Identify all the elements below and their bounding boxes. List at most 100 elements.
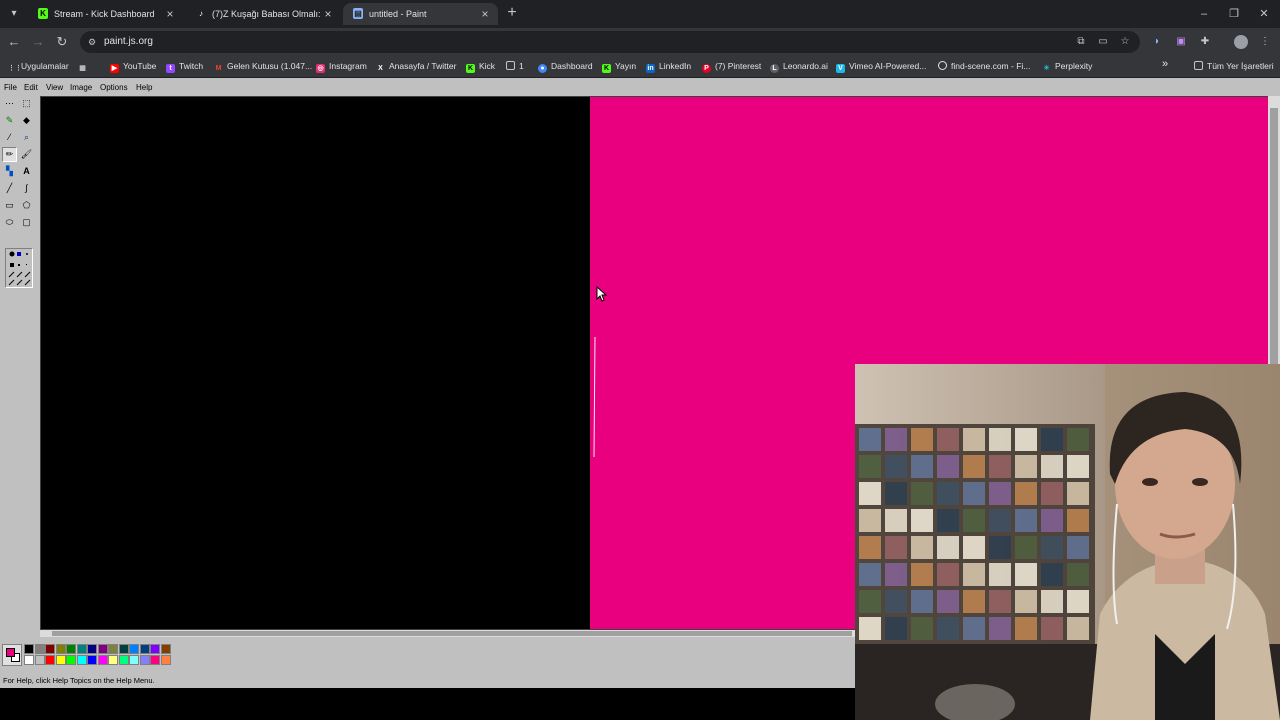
- palette-swatch[interactable]: [139, 655, 150, 665]
- rectangle-icon[interactable]: ▭: [2, 198, 17, 213]
- twitch-extension-icon[interactable]: ▣: [1174, 35, 1188, 49]
- new-tab-button[interactable]: +: [504, 5, 520, 21]
- forward-icon[interactable]: →: [30, 34, 46, 50]
- palette-swatch[interactable]: [108, 655, 118, 665]
- palette-swatch[interactable]: [55, 655, 66, 665]
- address-bar[interactable]: ⚙ paint.js.org ⧉ ▭ ☆: [80, 31, 1140, 53]
- extension-icon[interactable]: ◗: [1150, 35, 1164, 49]
- palette-swatch[interactable]: [129, 644, 139, 654]
- palette-swatch[interactable]: [24, 655, 34, 665]
- palette-swatch[interactable]: [118, 644, 129, 654]
- close-icon[interactable]: ×: [321, 7, 335, 21]
- extensions-puzzle-icon[interactable]: ✚: [1198, 35, 1212, 49]
- airbrush-icon[interactable]: ▚: [2, 164, 17, 179]
- palette-swatch[interactable]: [45, 644, 55, 654]
- palette-swatch[interactable]: [150, 644, 160, 654]
- poster: [989, 536, 1011, 559]
- close-icon[interactable]: ×: [163, 7, 177, 21]
- palette-swatch[interactable]: [87, 655, 97, 665]
- palette-swatch[interactable]: [129, 655, 139, 665]
- text-icon[interactable]: A: [19, 164, 34, 179]
- tab-paint[interactable]: ▤ untitled - Paint ×: [343, 3, 498, 25]
- palette-swatch[interactable]: [55, 644, 66, 654]
- palette-swatch[interactable]: [150, 655, 160, 665]
- palette-swatch[interactable]: [108, 644, 118, 654]
- bookmark-apps[interactable]: ⋮⋮Uygulamalar: [8, 61, 69, 74]
- cast-icon[interactable]: ▭: [1096, 35, 1110, 49]
- all-bookmarks-folder[interactable]: Tüm Yer İşaretleri: [1194, 61, 1274, 74]
- brush-icon[interactable]: 🖌: [19, 147, 34, 162]
- close-icon[interactable]: ×: [478, 7, 492, 21]
- rect-select-icon[interactable]: ⬚: [19, 96, 34, 111]
- palette-swatch[interactable]: [139, 644, 150, 654]
- menu-view[interactable]: View: [46, 83, 63, 92]
- bookmark-dashboard[interactable]: ● Dashboard: [538, 61, 593, 74]
- bookmark-twitter[interactable]: X Anasayfa / Twitter: [376, 61, 456, 74]
- rounded-rect-icon[interactable]: ▢: [19, 215, 34, 230]
- close-window-icon[interactable]: ✕: [1256, 6, 1272, 22]
- bookmark-instagram[interactable]: ◎ Instagram: [316, 61, 367, 74]
- bookmark-kick[interactable]: K Kick: [466, 61, 495, 74]
- palette-swatch[interactable]: [97, 644, 108, 654]
- polygon-icon[interactable]: ⬠: [19, 198, 34, 213]
- bookmark-find-scene[interactable]: find-scene.com - Fi...: [938, 61, 1030, 74]
- bookmark-yayin[interactable]: K Yayın: [602, 61, 636, 74]
- profile-avatar-icon[interactable]: [1234, 35, 1248, 49]
- palette-swatch[interactable]: [34, 655, 45, 665]
- bookmark-twitch[interactable]: t Twitch: [166, 61, 203, 74]
- palette-swatch[interactable]: [160, 655, 171, 665]
- scroll-thumb[interactable]: [52, 631, 852, 636]
- curve-icon[interactable]: ∫: [19, 181, 34, 196]
- bookmark-vimeo[interactable]: V Vimeo AI-Powered...: [836, 61, 926, 74]
- palette-swatch[interactable]: [118, 655, 129, 665]
- bookmark-pinterest[interactable]: P (7) Pinterest: [702, 61, 761, 74]
- menu-image[interactable]: Image: [70, 83, 92, 92]
- paint-toolbox: ⋯ ⬚ ✎ ◆ ⁄ ⌕ ✏ 🖌 ▚ A ╱ ∫ ▭ ⬠ ⬭ ▢: [2, 96, 35, 288]
- bookmark-gmail[interactable]: M Gelen Kutusu (1.047...: [214, 61, 312, 74]
- more-bookmarks-icon[interactable]: »: [1162, 58, 1168, 71]
- palette-swatch[interactable]: [160, 644, 171, 654]
- tab-kick-dashboard[interactable]: K Stream - Kick Dashboard ×: [28, 3, 183, 25]
- poster: [1041, 482, 1063, 505]
- palette-swatch[interactable]: [66, 644, 76, 654]
- line-icon[interactable]: ╱: [2, 181, 17, 196]
- bookmark-youtube[interactable]: ▶ YouTube: [110, 61, 156, 74]
- bookmark-star-icon[interactable]: ☆: [1118, 35, 1132, 49]
- eraser-icon[interactable]: ✎: [2, 113, 17, 128]
- palette-swatch[interactable]: [97, 655, 108, 665]
- palette-swatch[interactable]: [76, 655, 87, 665]
- pencil-icon[interactable]: ✏: [2, 147, 17, 162]
- foreground-color-swatch[interactable]: [6, 648, 15, 657]
- bookmark-folder-1[interactable]: 1: [506, 61, 524, 74]
- bookmark-grid[interactable]: ▦: [78, 61, 91, 74]
- palette-swatch[interactable]: [66, 655, 76, 665]
- palette-swatch[interactable]: [45, 655, 55, 665]
- minimize-icon[interactable]: –: [1196, 6, 1212, 22]
- site-info-icon[interactable]: ⚙: [88, 36, 100, 48]
- bookmark-perplexity[interactable]: ✳ Perplexity: [1042, 61, 1093, 74]
- magnifier-icon[interactable]: ⌕: [19, 130, 34, 145]
- ellipse-icon[interactable]: ⬭: [2, 215, 17, 230]
- menu-kebab-icon[interactable]: ⋮: [1258, 35, 1272, 49]
- palette-swatch[interactable]: [87, 644, 97, 654]
- fill-bucket-icon[interactable]: ◆: [19, 113, 34, 128]
- free-select-icon[interactable]: ⋯: [2, 96, 17, 111]
- color-picker-icon[interactable]: ⁄: [2, 130, 17, 145]
- scroll-thumb[interactable]: [1270, 108, 1278, 368]
- reload-icon[interactable]: ↻: [54, 34, 70, 50]
- bookmark-leonardo[interactable]: L Leonardo.ai: [770, 61, 828, 74]
- tab-tiktok[interactable]: ♪ (7)Z Kuşağı Babası Olmalı: Kom ×: [186, 3, 341, 25]
- tool-options[interactable]: [5, 248, 33, 288]
- menu-help[interactable]: Help: [136, 83, 152, 92]
- translate-icon[interactable]: ⧉: [1074, 35, 1088, 49]
- tab-search-icon[interactable]: ▾: [6, 6, 22, 22]
- restore-icon[interactable]: ❐: [1226, 6, 1242, 22]
- palette-swatch[interactable]: [34, 644, 45, 654]
- palette-swatch[interactable]: [24, 644, 34, 654]
- menu-edit[interactable]: Edit: [24, 83, 38, 92]
- menu-options[interactable]: Options: [100, 83, 128, 92]
- menu-file[interactable]: File: [4, 83, 17, 92]
- back-icon[interactable]: ←: [6, 34, 22, 50]
- palette-swatch[interactable]: [76, 644, 87, 654]
- bookmark-linkedin[interactable]: in LinkedIn: [646, 61, 691, 74]
